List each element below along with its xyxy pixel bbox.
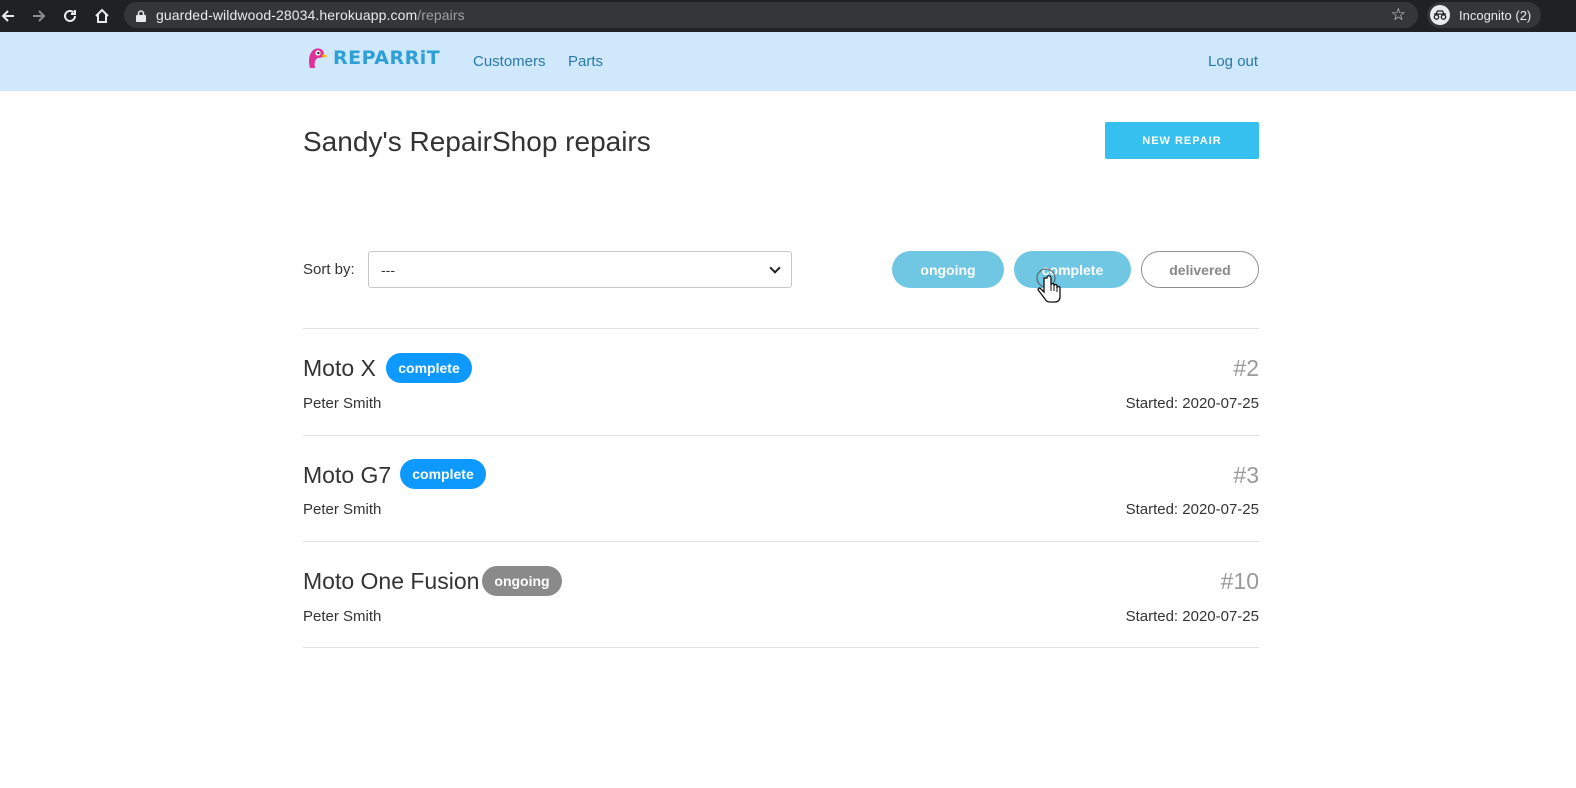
reload-icon[interactable] (56, 2, 84, 30)
lock-icon (136, 9, 146, 22)
repair-number: #3 (1233, 462, 1259, 488)
back-icon[interactable] (0, 2, 22, 30)
repair-name[interactable]: Moto One Fusion (303, 568, 479, 595)
bookmark-star-icon[interactable]: ☆ (1391, 5, 1406, 25)
started-date: Started: 2020-07-25 (1125, 395, 1259, 412)
repair-name[interactable]: Moto X (303, 355, 376, 382)
status-badge: complete (400, 459, 486, 489)
nav-parts[interactable]: Parts (568, 53, 603, 70)
incognito-indicator[interactable]: Incognito (2) (1427, 2, 1542, 28)
nav-customers[interactable]: Customers (473, 53, 546, 70)
hand-cursor-icon (1036, 268, 1061, 303)
new-repair-button[interactable]: NEW REPAIR (1105, 122, 1259, 159)
customer-name: Peter Smith (303, 608, 382, 625)
filter-ongoing[interactable]: ongoing (892, 251, 1004, 288)
logo[interactable]: REPARRiT (306, 46, 440, 70)
repair-number: #10 (1220, 568, 1259, 594)
divider (303, 328, 1259, 329)
app-header: REPARRiT Customers Parts Log out (0, 32, 1576, 91)
sort-label: Sort by: (303, 261, 355, 278)
page-title: Sandy's RepairShop repairs (303, 126, 651, 157)
url-text: guarded-wildwood-28034.herokuapp.com/rep… (156, 7, 465, 23)
customer-name: Peter Smith (303, 501, 382, 518)
divider (303, 435, 1259, 436)
incognito-icon (1430, 5, 1450, 25)
chevron-down-icon (769, 261, 781, 274)
address-bar[interactable]: guarded-wildwood-28034.herokuapp.com/rep… (124, 2, 1418, 28)
started-date: Started: 2020-07-25 (1125, 608, 1259, 625)
browser-toolbar: guarded-wildwood-28034.herokuapp.com/rep… (0, 0, 1576, 32)
parrot-logo-icon (309, 48, 328, 68)
divider (303, 541, 1259, 542)
started-date: Started: 2020-07-25 (1125, 501, 1259, 518)
repair-name[interactable]: Moto G7 (303, 462, 391, 489)
incognito-label: Incognito (2) (1459, 7, 1532, 23)
forward-icon[interactable] (25, 2, 53, 30)
divider (303, 647, 1259, 648)
home-icon[interactable] (88, 2, 116, 30)
status-badge: ongoing (482, 566, 562, 596)
logout-link[interactable]: Log out (1208, 53, 1258, 70)
filter-delivered[interactable]: delivered (1141, 251, 1259, 288)
status-badge: complete (386, 353, 472, 383)
sort-select[interactable]: --- (368, 251, 792, 288)
sort-selected-value: --- (381, 261, 395, 278)
filter-complete[interactable]: complete (1014, 251, 1131, 288)
customer-name: Peter Smith (303, 395, 382, 412)
repair-number: #2 (1233, 355, 1259, 381)
logo-text: REPARRiT (333, 47, 441, 69)
